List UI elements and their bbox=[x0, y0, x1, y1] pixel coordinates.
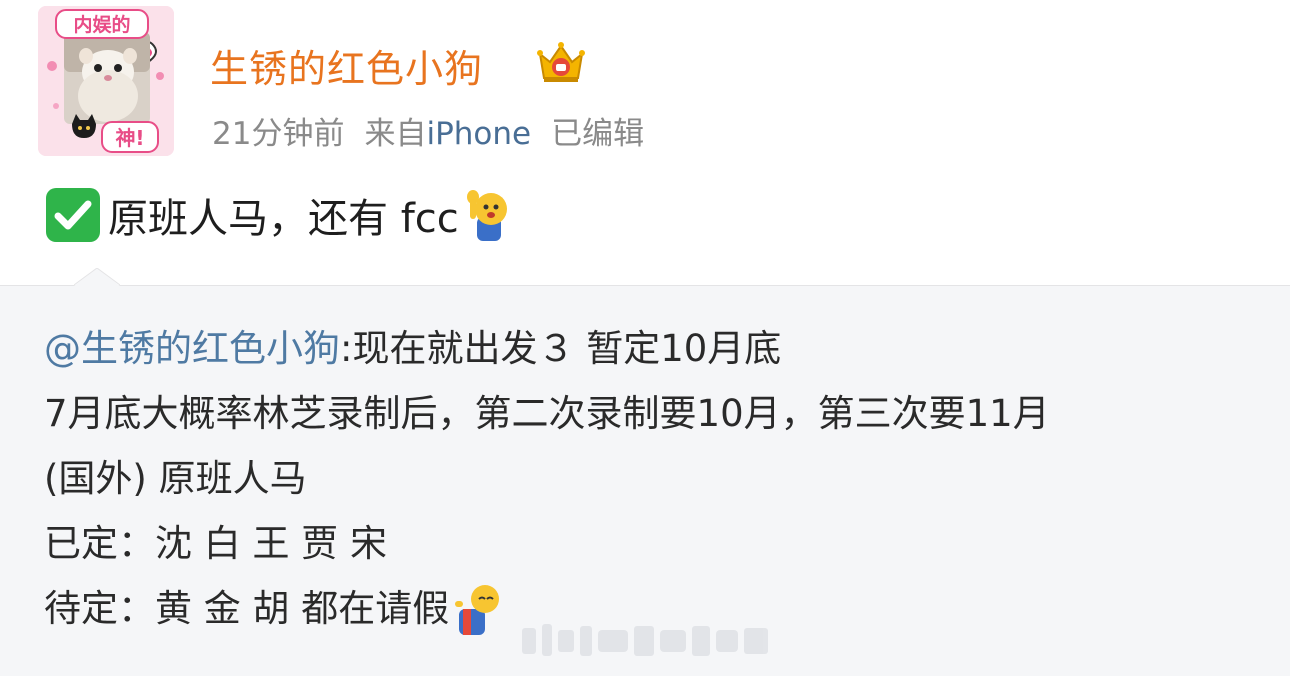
edited-label[interactable]: 已编辑 bbox=[551, 116, 644, 152]
check-mark-icon bbox=[46, 188, 100, 242]
mention-link[interactable]: @生锈的红色小狗 bbox=[44, 316, 340, 381]
ferret-avatar-icon: 内娱的 神! bbox=[38, 6, 174, 156]
repost-text-3: (国外) 原班人马 bbox=[44, 457, 307, 500]
repost-text-4: 已定：沈 白 王 贾 宋 bbox=[44, 522, 388, 565]
source-prefix: 来自 bbox=[364, 116, 427, 152]
weibo-post: 内娱的 神! 生锈的红色小狗 21分钟前 来自iPhone 已编辑 原班人马，还有 … bbox=[0, 0, 1290, 676]
post-time[interactable]: 21分钟前 bbox=[212, 116, 344, 152]
post-text: 原班人马，还有 fcc bbox=[108, 196, 459, 242]
repost-line-3: (国外) 原班人马 bbox=[44, 446, 1050, 511]
repost-line-1: @生锈的红色小狗:现在就出发３ 暂定10月底 bbox=[44, 316, 1050, 381]
repost-line-4: 已定：沈 白 王 贾 宋 bbox=[44, 511, 1050, 576]
post-source[interactable]: iPhone bbox=[426, 116, 531, 152]
avatar-image: 内娱的 神! bbox=[38, 6, 174, 156]
shrug-emoji-icon bbox=[455, 584, 500, 635]
crown-badge-icon[interactable] bbox=[534, 40, 588, 84]
repost-card[interactable]: @生锈的红色小狗:现在就出发３ 暂定10月底 7月底大概率林芝录制后，第二次录制… bbox=[0, 285, 1290, 676]
author-name[interactable]: 生锈的红色小狗 bbox=[210, 38, 483, 93]
avatar-text-bottom: 神! bbox=[115, 126, 144, 150]
post-meta: 21分钟前 来自iPhone 已编辑 bbox=[212, 108, 664, 153]
repost-text-2: 7月底大概率林芝录制后，第二次录制要10月，第三次要11月 bbox=[44, 392, 1050, 435]
repost-content: @生锈的红色小狗:现在就出发３ 暂定10月底 7月底大概率林芝录制后，第二次录制… bbox=[44, 316, 1050, 641]
watermark-icon bbox=[522, 624, 768, 656]
repost-pointer bbox=[74, 268, 120, 286]
repost-text-1: :现在就出发３ 暂定10月底 bbox=[340, 327, 782, 370]
repost-line-2: 7月底大概率林芝录制后，第二次录制要10月，第三次要11月 bbox=[44, 381, 1050, 446]
waving-emoji-icon bbox=[466, 190, 507, 241]
post-body: 原班人马，还有 fcc bbox=[44, 186, 515, 244]
avatar-text-top: 内娱的 bbox=[73, 13, 130, 36]
author-avatar[interactable]: 内娱的 神! bbox=[38, 6, 174, 156]
repost-text-5: 待定：黄 金 胡 都在请假 bbox=[44, 587, 450, 630]
